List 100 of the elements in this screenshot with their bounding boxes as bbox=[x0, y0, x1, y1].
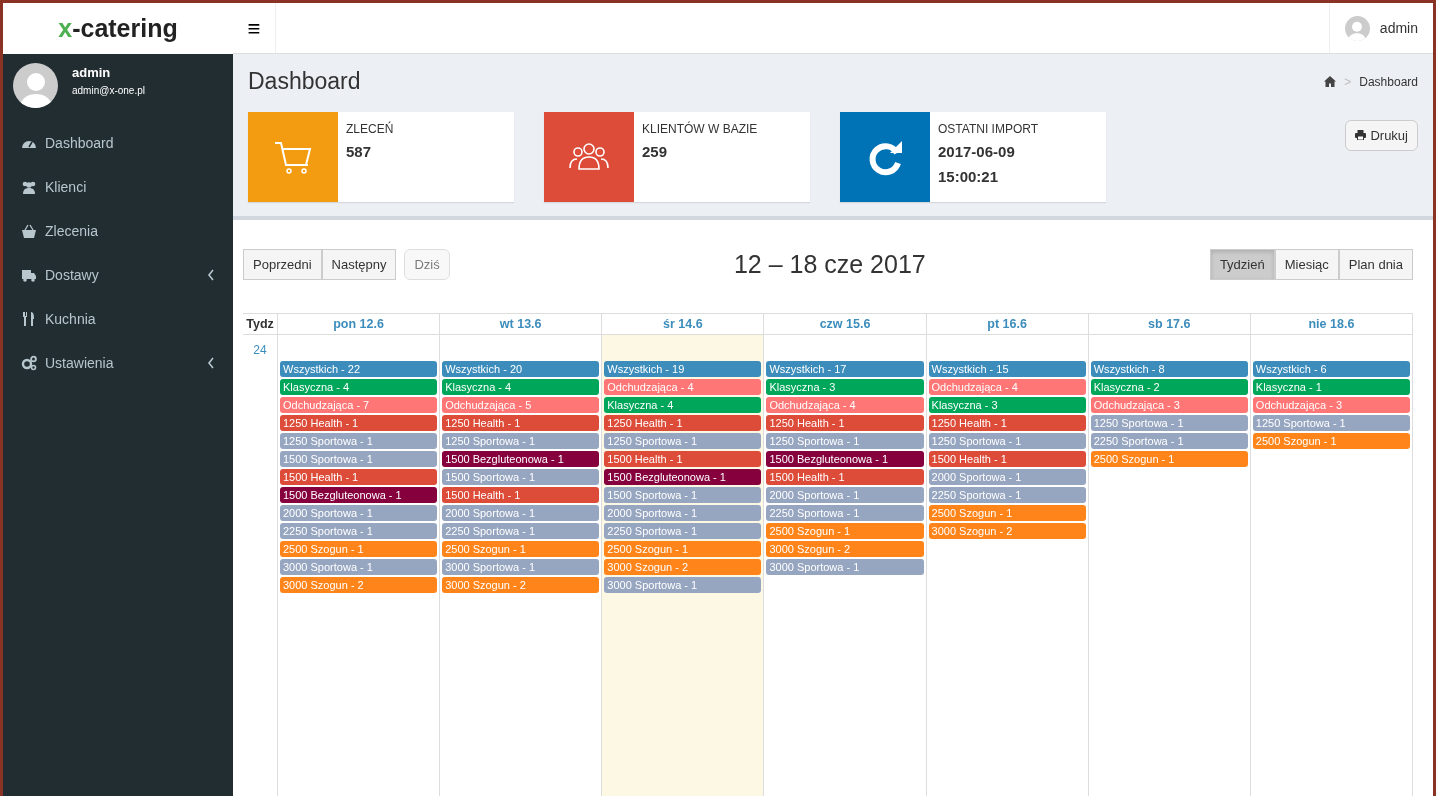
calendar-event[interactable]: 2000 Sportowa - 1 bbox=[928, 469, 1086, 486]
calendar-event[interactable]: 1500 Bezgluteonowa - 1 bbox=[280, 487, 438, 504]
sidebar-item[interactable]: Klienci bbox=[3, 165, 233, 209]
calendar-event[interactable]: 3000 Szogun - 2 bbox=[766, 541, 924, 558]
day-header[interactable]: sb 17.6 bbox=[1088, 314, 1251, 336]
calendar-event[interactable]: 2500 Szogun - 1 bbox=[766, 523, 924, 540]
calendar-event[interactable]: 1250 Sportowa - 1 bbox=[442, 433, 600, 450]
calendar-event[interactable]: Odchudzająca - 3 bbox=[1090, 397, 1248, 414]
calendar-event[interactable]: 2500 Szogun - 1 bbox=[928, 505, 1086, 522]
print-button[interactable]: Drukuj bbox=[1345, 119, 1418, 152]
nav-button[interactable]: Następny bbox=[321, 248, 397, 281]
calendar-event[interactable]: 1500 Health - 1 bbox=[604, 451, 762, 468]
sidebar-item[interactable]: Dashboard bbox=[3, 121, 233, 165]
calendar-event[interactable]: 1500 Bezgluteonowa - 1 bbox=[442, 451, 600, 468]
sidebar-item[interactable]: Ustawienia bbox=[3, 341, 233, 385]
calendar-event[interactable]: 1250 Sportowa - 1 bbox=[766, 433, 924, 450]
calendar-event[interactable]: 2000 Sportowa - 1 bbox=[442, 505, 600, 522]
day-header[interactable]: pt 16.6 bbox=[926, 314, 1089, 336]
day-header[interactable]: czw 15.6 bbox=[764, 314, 927, 336]
user-name: admin bbox=[72, 64, 112, 82]
sidebar-item[interactable]: Zlecenia bbox=[3, 209, 233, 253]
calendar-event[interactable]: 1250 Sportowa - 1 bbox=[1252, 415, 1410, 432]
calendar-event[interactable]: Odchudzająca - 4 bbox=[766, 397, 924, 414]
calendar-event[interactable]: 2500 Szogun - 1 bbox=[442, 541, 600, 558]
calendar-event[interactable]: 3000 Szogun - 2 bbox=[928, 523, 1086, 540]
calendar-event[interactable]: 1500 Bezgluteonowa - 1 bbox=[604, 469, 762, 486]
calendar-event[interactable]: 1250 Health - 1 bbox=[280, 415, 438, 432]
calendar-event[interactable]: Klasyczna - 4 bbox=[442, 379, 600, 396]
calendar-event[interactable]: Klasyczna - 4 bbox=[604, 397, 762, 414]
calendar-event[interactable]: Odchudzająca - 7 bbox=[280, 397, 438, 414]
calendar-event[interactable]: 2500 Szogun - 1 bbox=[1252, 433, 1410, 450]
calendar-event[interactable]: Odchudzająca - 4 bbox=[928, 379, 1086, 396]
calendar-event[interactable]: Wszystkich - 20 bbox=[442, 361, 600, 378]
user-menu[interactable]: admin bbox=[1379, 17, 1418, 39]
home-icon[interactable] bbox=[1324, 76, 1337, 88]
calendar-event[interactable]: 2250 Sportowa - 1 bbox=[766, 505, 924, 522]
calendar-event[interactable]: Klasyczna - 2 bbox=[1090, 379, 1248, 396]
sidebar-item[interactable]: Kuchnia bbox=[3, 297, 233, 341]
user-email: admin@x-one.pl bbox=[72, 83, 145, 98]
calendar-event[interactable]: Klasyczna - 3 bbox=[928, 397, 1086, 414]
calendar-event[interactable]: 3000 Sportowa - 1 bbox=[604, 577, 762, 594]
calendar-event[interactable]: 1250 Health - 1 bbox=[928, 415, 1086, 432]
stat-value: 15:00:21 bbox=[938, 167, 1000, 188]
truck-icon bbox=[21, 267, 37, 283]
stat-value: 587 bbox=[346, 141, 373, 162]
calendar-event[interactable]: 1250 Health - 1 bbox=[442, 415, 600, 432]
nav-button[interactable]: Poprzedni bbox=[243, 248, 322, 281]
calendar-event[interactable]: 1250 Sportowa - 1 bbox=[928, 433, 1086, 450]
calendar-event[interactable]: Klasyczna - 4 bbox=[280, 379, 438, 396]
calendar-event[interactable]: 1500 Sportowa - 1 bbox=[604, 487, 762, 504]
calendar-event[interactable]: 2000 Sportowa - 1 bbox=[766, 487, 924, 504]
chevron-icon bbox=[207, 357, 215, 369]
day-header[interactable]: nie 18.6 bbox=[1250, 314, 1413, 336]
day-header[interactable]: pon 12.6 bbox=[278, 314, 441, 336]
calendar-event[interactable]: 3000 Szogun - 2 bbox=[442, 577, 600, 594]
calendar-event[interactable]: 2250 Sportowa - 1 bbox=[604, 523, 762, 540]
calendar-event[interactable]: 3000 Sportowa - 1 bbox=[442, 559, 600, 576]
stat-value: 2017-06-09 bbox=[938, 141, 1016, 162]
calendar-event[interactable]: 2000 Sportowa - 1 bbox=[280, 505, 438, 522]
calendar-event[interactable]: 3000 Szogun - 2 bbox=[280, 577, 438, 594]
calendar-event[interactable]: 2250 Sportowa - 1 bbox=[442, 523, 600, 540]
calendar-event[interactable]: 2500 Szogun - 1 bbox=[604, 541, 762, 558]
calendar-event[interactable]: Wszystkich - 19 bbox=[604, 361, 762, 378]
calendar-event[interactable]: 1250 Sportowa - 1 bbox=[604, 433, 762, 450]
calendar-event[interactable]: 2250 Sportowa - 1 bbox=[928, 487, 1086, 504]
calendar-event[interactable]: Odchudzająca - 4 bbox=[604, 379, 762, 396]
calendar-event[interactable]: 2000 Sportowa - 1 bbox=[604, 505, 762, 522]
calendar-event[interactable]: 3000 Szogun - 2 bbox=[604, 559, 762, 576]
calendar-event[interactable]: 1500 Health - 1 bbox=[280, 469, 438, 486]
calendar-event[interactable]: 1250 Health - 1 bbox=[604, 415, 762, 432]
calendar-event[interactable]: Wszystkich - 6 bbox=[1252, 361, 1410, 378]
day-header[interactable]: wt 13.6 bbox=[440, 314, 603, 336]
sidebar-item[interactable]: Dostawy bbox=[3, 253, 233, 297]
calendar-event[interactable]: 2250 Sportowa - 1 bbox=[280, 523, 438, 540]
calendar-event[interactable]: Klasyczna - 1 bbox=[1252, 379, 1410, 396]
calendar-event[interactable]: 1500 Sportowa - 1 bbox=[280, 451, 438, 468]
view-tab[interactable]: Plan dnia bbox=[1338, 248, 1413, 281]
calendar-event[interactable]: 2500 Szogun - 1 bbox=[280, 541, 438, 558]
calendar-event[interactable]: 2250 Sportowa - 1 bbox=[1090, 433, 1248, 450]
calendar-event[interactable]: Odchudzająca - 5 bbox=[442, 397, 600, 414]
stat-value: 259 bbox=[642, 141, 669, 162]
calendar-event[interactable]: 1250 Health - 1 bbox=[766, 415, 924, 432]
view-tab[interactable]: Tydzień bbox=[1209, 248, 1275, 281]
calendar-event[interactable]: 1500 Bezgluteonowa - 1 bbox=[766, 451, 924, 468]
calendar-event[interactable]: 1500 Sportowa - 1 bbox=[442, 469, 600, 486]
calendar-event[interactable]: 1500 Health - 1 bbox=[766, 469, 924, 486]
calendar-event[interactable]: Wszystkich - 17 bbox=[766, 361, 924, 378]
calendar-event[interactable]: 1500 Health - 1 bbox=[928, 451, 1086, 468]
calendar-event[interactable]: Wszystkich - 15 bbox=[928, 361, 1086, 378]
calendar-event[interactable]: Odchudzająca - 3 bbox=[1252, 397, 1410, 414]
view-tab[interactable]: Miesiąc bbox=[1274, 248, 1339, 281]
calendar-event[interactable]: 1250 Sportowa - 1 bbox=[280, 433, 438, 450]
calendar-event[interactable]: Wszystkich - 8 bbox=[1090, 361, 1248, 378]
calendar-event[interactable]: Klasyczna - 3 bbox=[766, 379, 924, 396]
calendar-event[interactable]: 1500 Health - 1 bbox=[442, 487, 600, 504]
calendar-event[interactable]: Wszystkich - 22 bbox=[280, 361, 438, 378]
calendar-event[interactable]: 3000 Sportowa - 1 bbox=[766, 559, 924, 576]
calendar-event[interactable]: 2500 Szogun - 1 bbox=[1090, 451, 1248, 468]
calendar-event[interactable]: 3000 Sportowa - 1 bbox=[280, 559, 438, 576]
calendar-event[interactable]: 1250 Sportowa - 1 bbox=[1090, 415, 1248, 432]
